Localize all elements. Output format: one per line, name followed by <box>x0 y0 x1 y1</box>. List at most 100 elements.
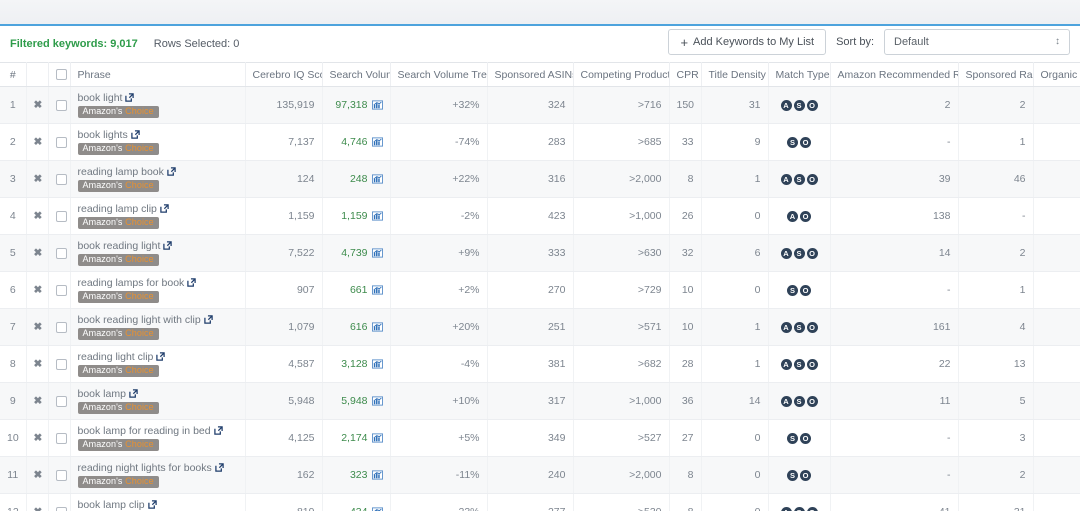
row-checkbox[interactable] <box>56 137 67 148</box>
row-select-cell[interactable] <box>48 272 70 309</box>
row-select-cell[interactable] <box>48 198 70 235</box>
match-type-badge-s[interactable]: S <box>787 137 798 148</box>
external-link-icon[interactable] <box>215 463 224 472</box>
row-checkbox[interactable] <box>56 248 67 259</box>
search-volume-chart-icon[interactable] <box>372 137 383 147</box>
phrase-link-row[interactable]: book lights <box>78 129 238 141</box>
match-type-badge-o[interactable]: O <box>807 100 818 111</box>
phrase-text[interactable]: book lamp <box>78 388 126 400</box>
match-type-badge-o[interactable]: O <box>800 285 811 296</box>
search-volume-chart-icon[interactable] <box>372 433 383 443</box>
phrase-link-row[interactable]: reading lamp book <box>78 166 238 178</box>
remove-row-button[interactable]: ✖ <box>26 87 48 124</box>
row-select-cell[interactable] <box>48 87 70 124</box>
row-checkbox[interactable] <box>56 507 67 511</box>
remove-row-button[interactable]: ✖ <box>26 235 48 272</box>
remove-row-button[interactable]: ✖ <box>26 420 48 457</box>
search-volume-chart-icon[interactable] <box>372 507 383 511</box>
phrase-link-row[interactable]: reading night lights for books <box>78 462 238 474</box>
phrase-text[interactable]: reading lamp clip <box>78 203 157 215</box>
phrase-link-row[interactable]: book reading light with clip <box>78 314 238 326</box>
external-link-icon[interactable] <box>156 352 165 361</box>
search-volume-chart-icon[interactable] <box>372 174 383 184</box>
header-index[interactable]: # <box>0 63 26 87</box>
external-link-icon[interactable] <box>160 204 169 213</box>
select-all-checkbox[interactable] <box>56 69 67 80</box>
header-amazon-recommended-rank[interactable]: Amazon Recommended Rank <box>830 63 958 87</box>
phrase-text[interactable]: reading lamps for book <box>78 277 185 289</box>
row-checkbox[interactable] <box>56 470 67 481</box>
header-organic-rank[interactable]: Organic Rank <box>1033 63 1080 87</box>
row-checkbox[interactable] <box>56 433 67 444</box>
remove-row-button[interactable]: ✖ <box>26 457 48 494</box>
header-sponsored-asins[interactable]: Sponsored ASINs <box>487 63 573 87</box>
match-type-badge-o[interactable]: O <box>800 433 811 444</box>
external-link-icon[interactable] <box>163 241 172 250</box>
table-row[interactable]: 7✖book reading light with clipAmazon's C… <box>0 309 1080 346</box>
match-type-badge-o[interactable]: O <box>807 359 818 370</box>
search-volume-chart-icon[interactable] <box>372 285 383 295</box>
row-select-cell[interactable] <box>48 161 70 198</box>
row-select-cell[interactable] <box>48 494 70 511</box>
row-select-cell[interactable] <box>48 383 70 420</box>
header-sponsored-rank[interactable]: Sponsored Rank <box>958 63 1033 87</box>
row-select-cell[interactable] <box>48 420 70 457</box>
phrase-link-row[interactable]: book reading light <box>78 240 238 252</box>
table-row[interactable]: 10✖book lamp for reading in bedAmazon's … <box>0 420 1080 457</box>
match-type-badge-s[interactable]: S <box>794 507 805 511</box>
header-title-density[interactable]: Title Density <box>701 63 768 87</box>
phrase-text[interactable]: reading light clip <box>78 351 154 363</box>
table-row[interactable]: 9✖book lampAmazon's Choice5,9485,948+10%… <box>0 383 1080 420</box>
external-link-icon[interactable] <box>187 278 196 287</box>
phrase-text[interactable]: book reading light <box>78 240 161 252</box>
match-type-badge-o[interactable]: O <box>807 174 818 185</box>
match-type-badge-o[interactable]: O <box>807 396 818 407</box>
phrase-text[interactable]: reading lamp book <box>78 166 164 178</box>
match-type-badge-o[interactable]: O <box>800 137 811 148</box>
match-type-badge-a[interactable]: A <box>781 248 792 259</box>
row-select-cell[interactable] <box>48 235 70 272</box>
table-row[interactable]: 8✖reading light clipAmazon's Choice4,587… <box>0 346 1080 383</box>
search-volume-chart-icon[interactable] <box>372 470 383 480</box>
table-row[interactable]: 3✖reading lamp bookAmazon's Choice124248… <box>0 161 1080 198</box>
row-select-cell[interactable] <box>48 124 70 161</box>
external-link-icon[interactable] <box>167 167 176 176</box>
external-link-icon[interactable] <box>204 315 213 324</box>
match-type-badge-s[interactable]: S <box>794 359 805 370</box>
phrase-text[interactable]: book lamp for reading in bed <box>78 425 211 437</box>
match-type-badge-a[interactable]: A <box>781 322 792 333</box>
match-type-badge-s[interactable]: S <box>794 100 805 111</box>
phrase-link-row[interactable]: book lamp clip <box>78 499 238 511</box>
phrase-link-row[interactable]: reading light clip <box>78 351 238 363</box>
header-phrase[interactable]: Phrase <box>70 63 245 87</box>
row-select-cell[interactable] <box>48 309 70 346</box>
match-type-badge-o[interactable]: O <box>807 507 818 511</box>
header-search-volume-trend[interactable]: Search Volume Trend <box>390 63 487 87</box>
match-type-badge-a[interactable]: A <box>787 211 798 222</box>
match-type-badge-s[interactable]: S <box>787 433 798 444</box>
table-row[interactable]: 2✖book lightsAmazon's Choice7,1374,746-7… <box>0 124 1080 161</box>
remove-row-button[interactable]: ✖ <box>26 161 48 198</box>
row-checkbox[interactable] <box>56 322 67 333</box>
phrase-link-row[interactable]: book light <box>78 92 238 104</box>
search-volume-chart-icon[interactable] <box>372 248 383 258</box>
row-checkbox[interactable] <box>56 174 67 185</box>
match-type-badge-s[interactable]: S <box>787 285 798 296</box>
sort-by-select[interactable]: Default ↕ <box>884 29 1070 55</box>
table-row[interactable]: 5✖book reading lightAmazon's Choice7,522… <box>0 235 1080 272</box>
match-type-badge-s[interactable]: S <box>794 248 805 259</box>
phrase-link-row[interactable]: book lamp <box>78 388 238 400</box>
remove-row-button[interactable]: ✖ <box>26 272 48 309</box>
phrase-text[interactable]: book lamp clip <box>78 499 145 511</box>
table-row[interactable]: 12✖book lamp clipAmazon's Choice819434-2… <box>0 494 1080 511</box>
add-keywords-to-my-list-button[interactable]: + Add Keywords to My List <box>668 29 826 55</box>
remove-row-button[interactable]: ✖ <box>26 198 48 235</box>
search-volume-chart-icon[interactable] <box>372 100 383 110</box>
header-select-all[interactable] <box>48 63 70 87</box>
phrase-text[interactable]: book reading light with clip <box>78 314 201 326</box>
header-match-type[interactable]: Match Type <box>768 63 830 87</box>
header-search-volume[interactable]: Search Volume <box>322 63 390 87</box>
row-checkbox[interactable] <box>56 396 67 407</box>
row-select-cell[interactable] <box>48 346 70 383</box>
external-link-icon[interactable] <box>148 500 157 509</box>
